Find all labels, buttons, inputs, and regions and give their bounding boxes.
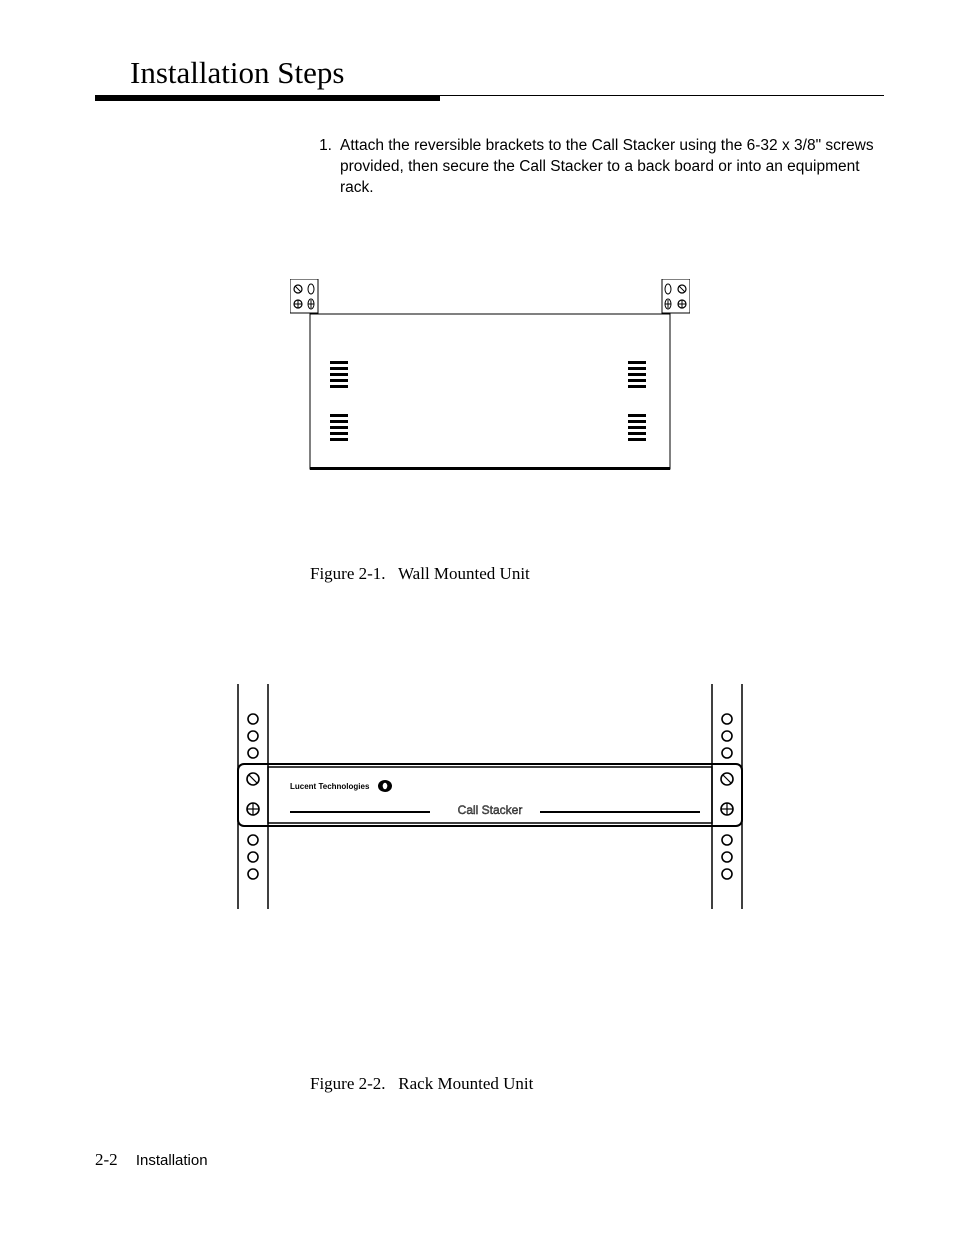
product-label: Call Stacker [457,803,522,817]
section-heading: Installation Steps [130,55,884,91]
figure-2-text: Rack Mounted Unit [398,1074,533,1093]
step-1: 1. Attach the reversible brackets to the… [310,136,884,199]
step-text: Attach the reversible brackets to the Ca… [340,136,884,199]
rule-thick [95,96,440,101]
page-number: 2-2 [95,1150,118,1169]
step-number: 1. [310,136,340,199]
page-footer: 2-2 Installation [95,1150,208,1170]
figure-1-prefix: Figure 2-1. [310,564,386,583]
figure-rack-mounted: Lucent Technologies Call Stacker [220,684,760,909]
step-block: 1. Attach the reversible brackets to the… [310,136,884,199]
figure-2-prefix: Figure 2-2. [310,1074,386,1093]
figure-wall-mounted [290,279,690,474]
footer-section: Installation [136,1152,208,1169]
figure-1-caption: Figure 2-1. Wall Mounted Unit [310,564,884,584]
page-container: Installation Steps 1. Attach the reversi… [0,0,954,1235]
brand-label: Lucent Technologies [290,782,370,791]
figure-2-caption: Figure 2-2. Rack Mounted Unit [310,1074,884,1094]
figure-1-text: Wall Mounted Unit [398,564,530,583]
